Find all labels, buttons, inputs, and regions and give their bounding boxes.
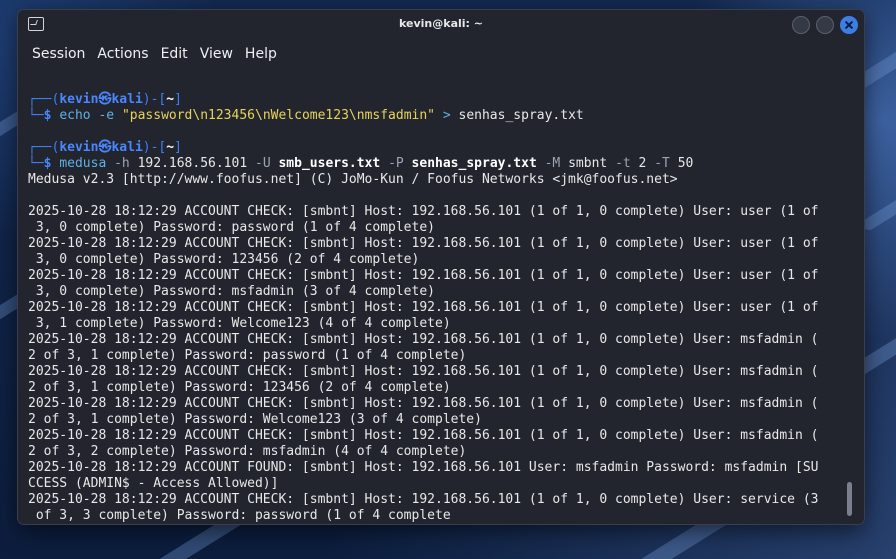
output-line: 2 of 3, 1 complete) Password: password (… [28, 348, 467, 363]
prompt-at: ㉿ [98, 140, 112, 155]
minimize-button[interactable] [792, 16, 810, 34]
output-line: of 3, 3 complete) Password: password (1 … [28, 508, 451, 523]
output-line: 3, 1 complete) Password: Welcome123 (4 o… [28, 316, 451, 331]
output-line: 3, 0 complete) Password: msfadmin (3 of … [28, 284, 435, 299]
command-line: └─$ echo -e "password\n123456\nWelcome12… [28, 108, 584, 123]
command-value: 50 [677, 156, 694, 171]
command-value: senhas_spray.txt [411, 156, 537, 171]
command-value: smbnt [568, 156, 608, 171]
prompt-host: kali [111, 140, 143, 155]
command-flag: -M [544, 156, 561, 171]
output-line: 3, 0 complete) Password: 123456 (2 of 4 … [28, 252, 420, 267]
output-line: 2025-10-28 18:12:29 ACCOUNT CHECK: [smbn… [28, 492, 819, 507]
menu-view[interactable]: View [194, 46, 239, 62]
output-line: 2 of 3, 1 complete) Password: 123456 (2 … [28, 380, 451, 395]
output-line: 2025-10-28 18:12:29 ACCOUNT CHECK: [smbn… [28, 236, 819, 251]
output-line: 2025-10-28 18:12:29 ACCOUNT CHECK: [smbn… [28, 396, 819, 411]
command-value: 2 [638, 156, 647, 171]
terminal-window: kevin@kali: ~ Session Actions Edit View … [18, 10, 864, 524]
command-target: senhas_spray.txt [458, 108, 584, 123]
prompt-user: kevin [59, 92, 99, 107]
close-button[interactable] [840, 16, 858, 34]
output-line: 2025-10-28 18:12:29 ACCOUNT CHECK: [smbn… [28, 364, 819, 379]
prompt-host: kali [111, 92, 143, 107]
wallpaper-shape [860, 179, 896, 233]
command-flag: -T [654, 156, 670, 171]
command-value: 192.168.56.101 [137, 156, 248, 171]
output-line: 3, 0 complete) Password: password (1 of … [28, 220, 435, 235]
command-line: └─$ medusa -h 192.168.56.101 -U smb_user… [28, 156, 694, 171]
maximize-button[interactable] [816, 16, 834, 34]
medusa-banner: Medusa v2.3 [http://www.foofus.net] (C) … [28, 172, 678, 187]
menu-actions[interactable]: Actions [91, 46, 154, 62]
prompt-dir: ~ [166, 140, 175, 155]
menu-session[interactable]: Session [26, 46, 91, 62]
prompt-user: kevin [59, 140, 99, 155]
prompt-line: ┌──(kevin㉿kali)-[~] [28, 92, 182, 107]
output-line: 2 of 3, 1 complete) Password: Welcome123… [28, 412, 482, 427]
output-line: 2 of 3, 2 complete) Password: msfadmin (… [28, 444, 467, 459]
scrollbar-thumb[interactable] [847, 482, 852, 516]
account-found-line: CCESS (ADMIN$ - Access Allowed)] [28, 476, 279, 491]
terminal-output[interactable]: ┌──(kevin㉿kali)-[~] └─$ echo -e "passwor… [18, 68, 864, 524]
command-flag: -P [388, 156, 404, 171]
command-argument: "password\n123456\nWelcome123\nmsfadmin" [121, 108, 436, 123]
command-flag: -e [98, 108, 115, 123]
output-line: 2025-10-28 18:12:29 ACCOUNT CHECK: [smbn… [28, 300, 819, 315]
command-flag: -U [255, 156, 271, 171]
account-found-line: 2025-10-28 18:12:29 ACCOUNT FOUND: [smbn… [28, 460, 819, 475]
command-value: smb_users.txt [278, 156, 381, 171]
output-line: 2025-10-28 18:12:29 ACCOUNT CHECK: [smbn… [28, 332, 819, 347]
output-line: 2025-10-28 18:12:29 ACCOUNT CHECK: [smbn… [28, 204, 819, 219]
menu-bar: Session Actions Edit View Help [18, 40, 864, 68]
title-bar[interactable]: kevin@kali: ~ [18, 10, 864, 40]
prompt-at: ㉿ [98, 92, 112, 107]
menu-edit[interactable]: Edit [155, 46, 194, 62]
window-title: kevin@kali: ~ [399, 17, 483, 30]
command-flag: -t [615, 156, 631, 171]
output-line: 2025-10-28 18:12:29 ACCOUNT CHECK: [smbn… [28, 268, 819, 283]
command-name: medusa [59, 156, 107, 171]
prompt-dir: ~ [166, 92, 175, 107]
prompt-line: ┌──(kevin㉿kali)-[~] [28, 140, 182, 155]
command-name: echo [59, 108, 91, 123]
menu-help[interactable]: Help [239, 46, 283, 62]
output-line: 2025-10-28 18:12:29 ACCOUNT CHECK: [smbn… [28, 428, 819, 443]
command-flag: -h [114, 156, 130, 171]
command-redirect: > [442, 108, 451, 123]
